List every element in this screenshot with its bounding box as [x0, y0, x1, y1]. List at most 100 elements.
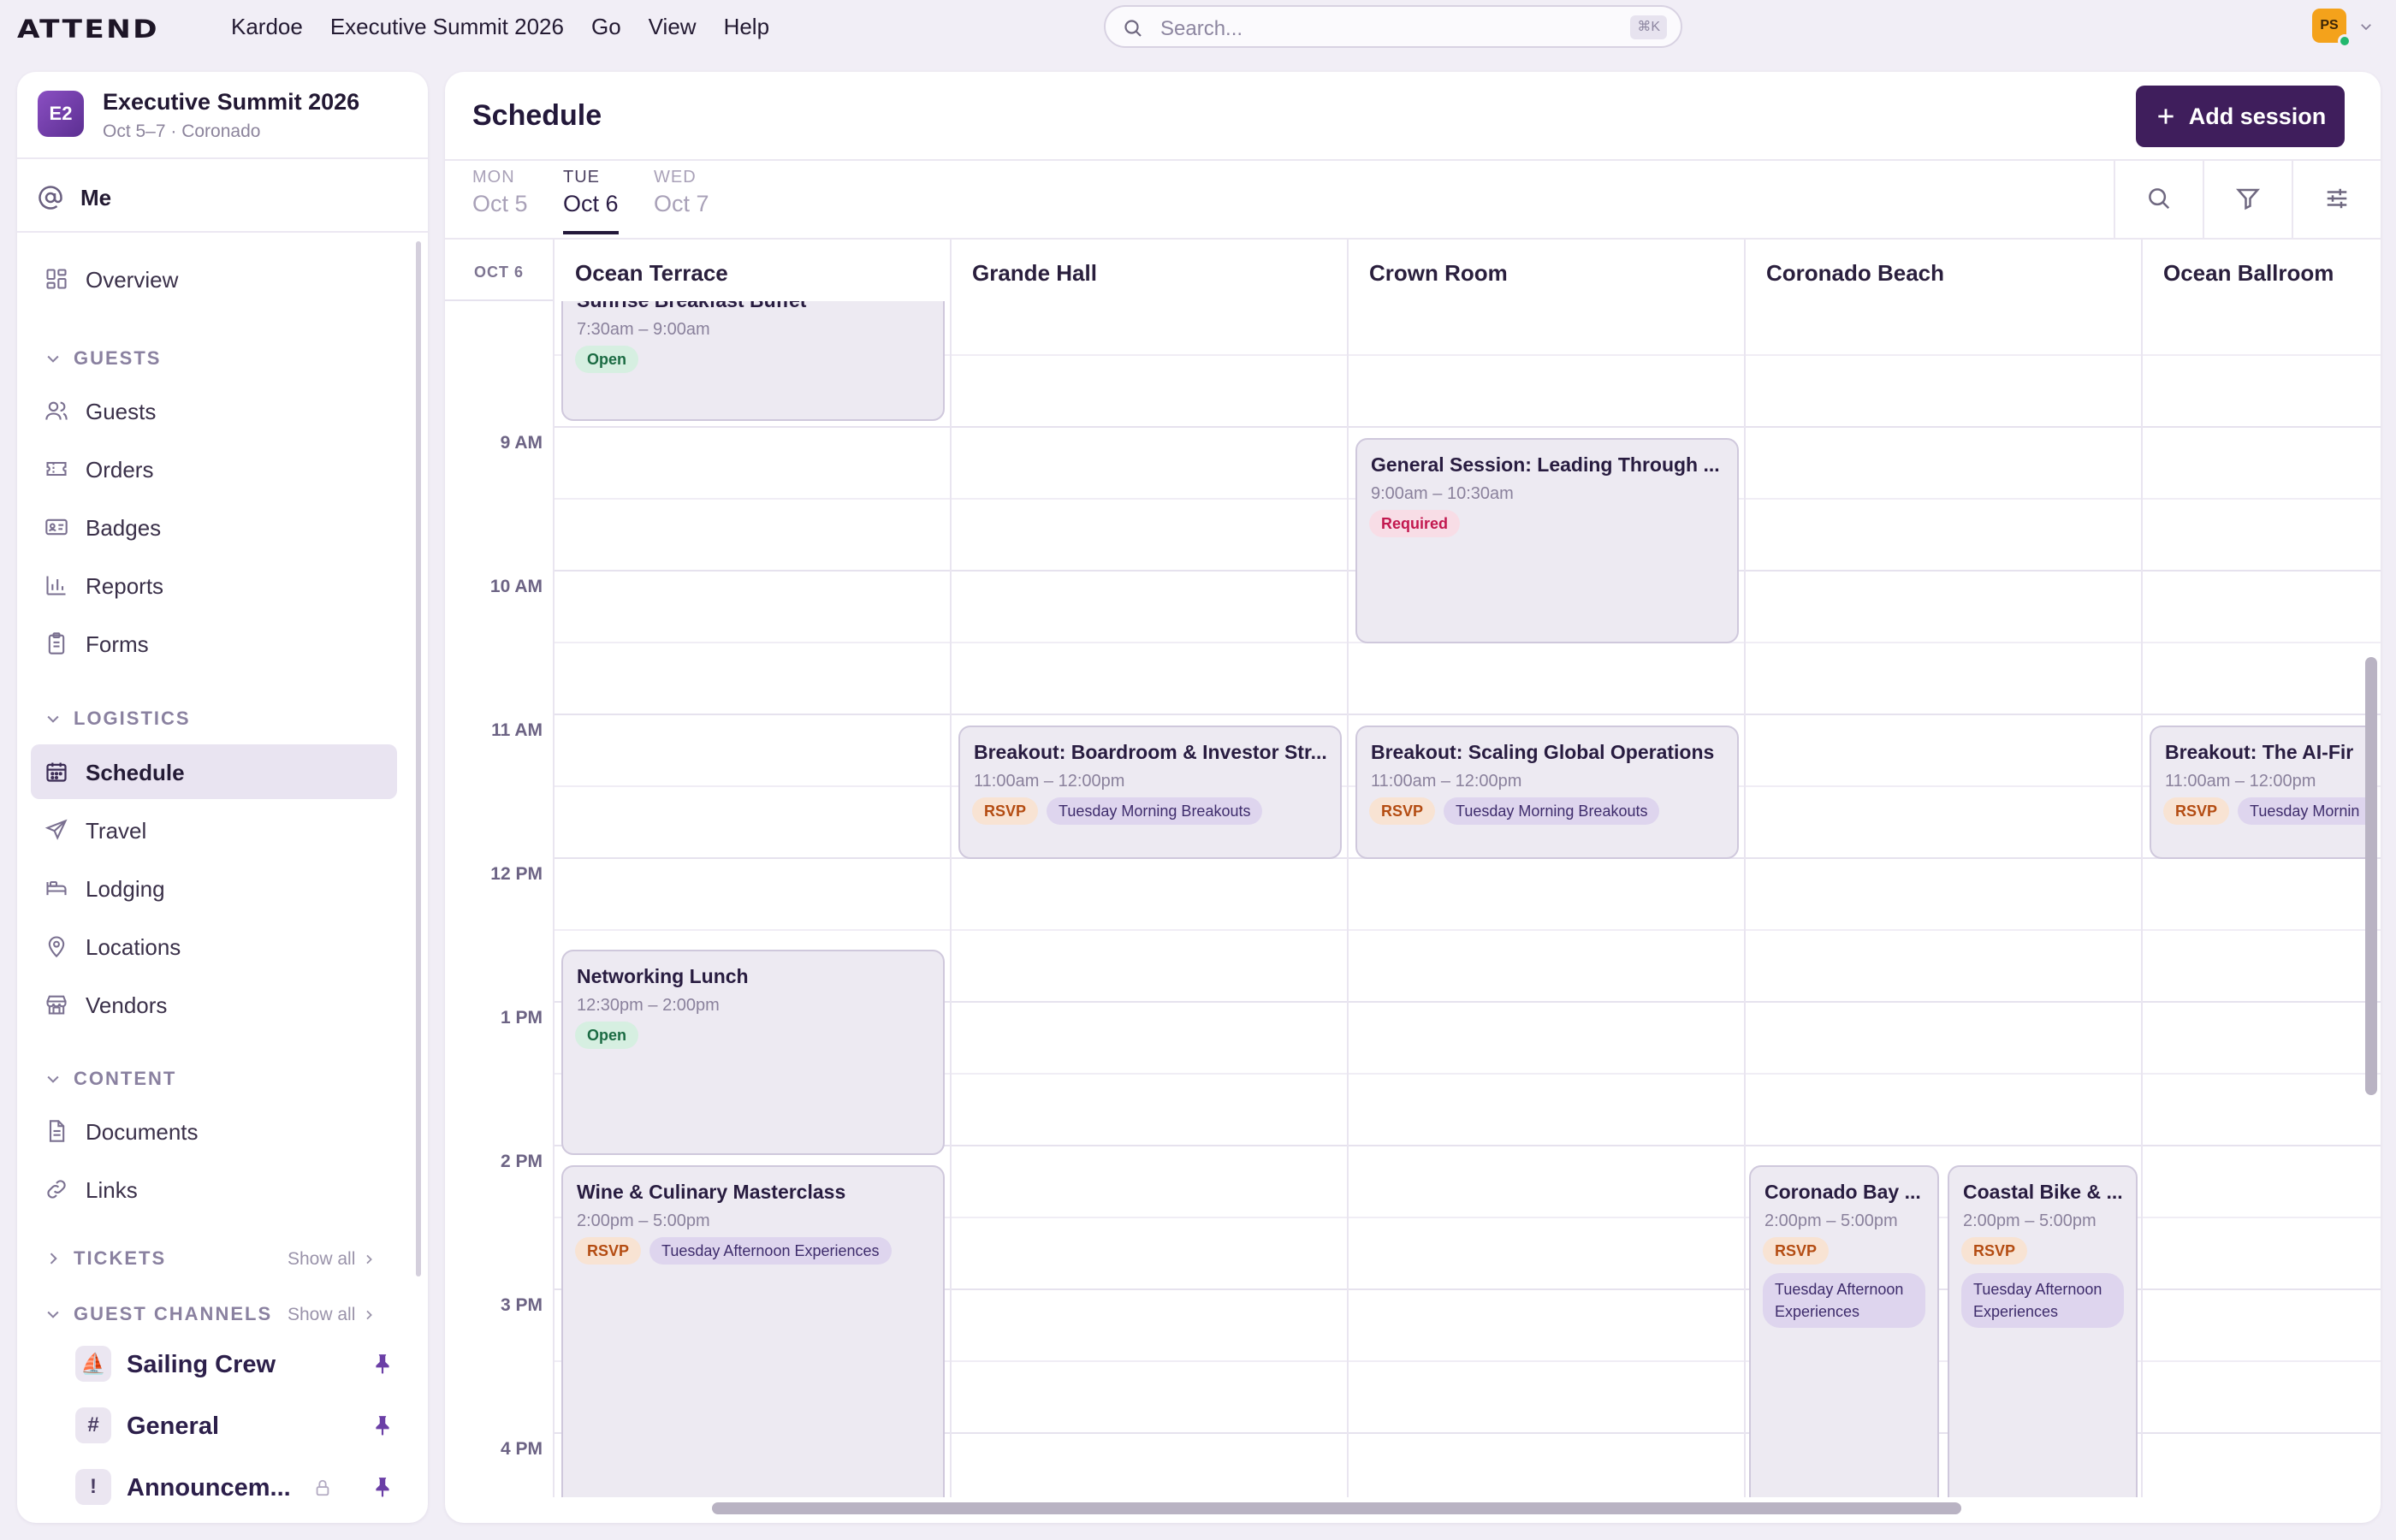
chevron-down-icon: [47, 715, 59, 723]
sidebar-item-overview[interactable]: Overview: [31, 252, 397, 306]
add-session-button[interactable]: Add session: [2136, 86, 2345, 147]
session-title: Wine & Culinary Masterclass: [577, 1181, 846, 1203]
sailboat-icon: ⛵: [75, 1346, 111, 1382]
time-label: 12 PM: [490, 864, 543, 884]
sidebar-item-guests[interactable]: Guests: [31, 383, 397, 438]
settings-button[interactable]: [2293, 159, 2381, 238]
session-card[interactable]: Networking Lunch 12:30pm – 2:00pm Open: [561, 950, 945, 1155]
channels-show-all[interactable]: Show all: [288, 1305, 376, 1325]
session-time: 2:00pm – 5:00pm: [577, 1211, 710, 1230]
session-title: Coronado Bay ...: [1764, 1181, 1921, 1203]
section-content[interactable]: CONTENT: [44, 1066, 176, 1092]
sidebar-item-badges[interactable]: Badges: [31, 500, 397, 554]
chevron-down-icon: [47, 1075, 59, 1083]
group-badge: Tuesday Mornin: [2238, 797, 2372, 825]
chevron-down-icon[interactable]: [2358, 19, 2374, 34]
session-card[interactable]: Coastal Bike & ... 2:00pm – 5:00pm RSVP …: [1948, 1165, 2138, 1497]
tickets-show-all[interactable]: Show all: [288, 1249, 376, 1270]
sidebar-item-links[interactable]: Links: [31, 1162, 397, 1217]
session-time: 2:00pm – 5:00pm: [1963, 1211, 2096, 1230]
session-card[interactable]: Breakout: The AI-Fir 11:00am – 12:00pm R…: [2150, 726, 2374, 859]
divider: [445, 159, 2381, 161]
sidebar-item-lodging[interactable]: Lodging: [31, 861, 397, 915]
column-title: Ocean Ballroom: [2163, 260, 2334, 286]
ticket-icon: [46, 461, 67, 477]
pin-icon[interactable]: [371, 1476, 394, 1498]
session-card[interactable]: Wine & Culinary Masterclass 2:00pm – 5:0…: [561, 1165, 945, 1497]
horizontal-scrollbar[interactable]: [712, 1502, 1961, 1514]
menu-help[interactable]: Help: [724, 14, 769, 40]
sidebar-item-documents[interactable]: Documents: [31, 1104, 397, 1158]
pin-icon[interactable]: [371, 1414, 394, 1436]
menu-workspace[interactable]: Kardoe: [231, 14, 303, 40]
id-card-icon: [45, 518, 68, 536]
filter-button[interactable]: [2204, 159, 2293, 238]
day-name: MON: [472, 168, 515, 187]
section-tickets[interactable]: TICKETS: [44, 1246, 166, 1271]
sidebar-item-locations[interactable]: Locations: [31, 919, 397, 974]
section-guest-channels[interactable]: GUEST CHANNELS: [44, 1301, 272, 1327]
app-logo[interactable]: ATTEND: [17, 15, 159, 44]
section-title: GUEST CHANNELS: [74, 1303, 273, 1324]
group-badge: Tuesday Afternoon Experiences: [1961, 1273, 2124, 1328]
status-badge: Required: [1369, 510, 1461, 537]
search-button[interactable]: [2115, 159, 2204, 238]
section-guests[interactable]: GUESTS: [44, 346, 161, 371]
group-badge: Tuesday Morning Breakouts: [1047, 797, 1263, 825]
page-title: Schedule: [472, 99, 602, 132]
sidebar-item-schedule[interactable]: Schedule: [31, 744, 397, 799]
column-header-ocean-ballroom[interactable]: Ocean Ballroom: [2143, 240, 2381, 301]
column-header-coronado-beach[interactable]: Coronado Beach: [1746, 240, 2141, 301]
sidebar-item-me[interactable]: Me: [17, 161, 428, 233]
tab-day-wed[interactable]: WED Oct 7: [654, 168, 709, 217]
session-title: Breakout: Scaling Global Operations: [1371, 741, 1715, 763]
menu-event[interactable]: Executive Summit 2026: [330, 14, 564, 40]
group-badge: Tuesday Afternoon Experiences: [649, 1237, 892, 1265]
toolbar: [2114, 159, 2381, 238]
time-label: 4 PM: [500, 1439, 543, 1459]
sidebar-item-label: Reports: [86, 573, 164, 599]
column-header-grande-hall[interactable]: Grande Hall: [952, 240, 1347, 301]
column-title: Coronado Beach: [1766, 260, 1945, 286]
day-date: Oct 5: [472, 191, 528, 216]
vertical-scrollbar[interactable]: [2365, 657, 2377, 1095]
session-title: Networking Lunch: [577, 965, 749, 987]
column-title: Grande Hall: [972, 260, 1097, 286]
sidebar-item-reports[interactable]: Reports: [31, 558, 397, 613]
session-card[interactable]: General Session: Leading Through ... 9:0…: [1355, 438, 1739, 643]
chevron-right-icon: [366, 1254, 373, 1265]
menu-go[interactable]: Go: [591, 14, 621, 40]
session-title: Breakout: The AI-Fir: [2165, 741, 2354, 763]
menu-view[interactable]: View: [649, 14, 697, 40]
search-placeholder: Search...: [1160, 17, 1243, 40]
sidebar-item-forms[interactable]: Forms: [31, 616, 397, 671]
session-title: General Session: Leading Through ...: [1371, 453, 1720, 476]
users-icon: [45, 401, 68, 420]
search-shortcut: ⌘K: [1630, 15, 1667, 39]
sidebar-item-orders[interactable]: Orders: [31, 441, 397, 496]
hash-icon: #: [75, 1407, 111, 1443]
session-card[interactable]: Breakout: Boardroom & Investor Str... 11…: [958, 726, 1342, 859]
event-switcher[interactable]: E2 Executive Summit 2026 Oct 5–7 · Coron…: [17, 72, 428, 159]
tab-day-tue[interactable]: TUE Oct 6: [563, 168, 619, 234]
pin-icon[interactable]: [371, 1353, 394, 1375]
search-bar[interactable]: Search... ⌘K: [1104, 5, 1682, 48]
column-header-crown-room[interactable]: Crown Room: [1349, 240, 1744, 301]
dashboard-icon: [46, 269, 67, 289]
channel-general[interactable]: # General: [75, 1402, 409, 1450]
plus-icon: [2158, 109, 2174, 124]
channel-sailing-crew[interactable]: ⛵ Sailing Crew: [75, 1341, 409, 1389]
column-header-ocean-terrace[interactable]: Ocean Terrace: [555, 240, 950, 301]
sidebar-item-vendors[interactable]: Vendors: [31, 977, 397, 1032]
section-logistics[interactable]: LOGISTICS: [44, 706, 191, 732]
search-icon: [1124, 20, 1142, 37]
channel-announcements[interactable]: ! Announcem...: [75, 1464, 409, 1512]
session-card[interactable]: Breakout: Scaling Global Operations 11:0…: [1355, 726, 1739, 859]
session-card[interactable]: Coronado Bay ... 2:00pm – 5:00pm RSVP Tu…: [1749, 1165, 1939, 1497]
sidebar-item-label: Links: [86, 1177, 138, 1203]
tab-day-mon[interactable]: MON Oct 5: [472, 168, 528, 217]
show-all-label: Show all: [288, 1249, 356, 1269]
sidebar-item-travel[interactable]: Travel: [31, 803, 397, 857]
sidebar-scrollbar[interactable]: [416, 241, 421, 1276]
calendar-icon: [46, 762, 67, 782]
